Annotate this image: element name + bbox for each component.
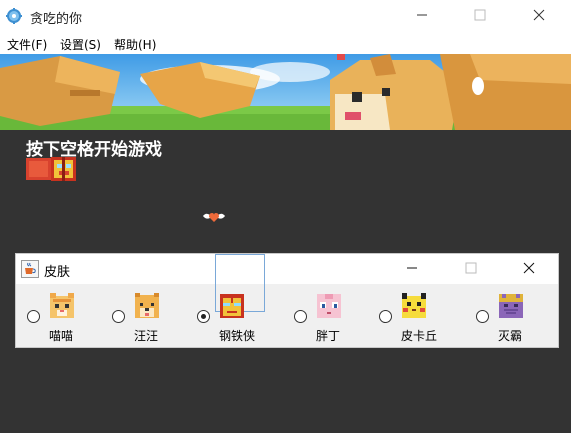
gear-icon xyxy=(6,8,22,24)
skin-label-iron-man: 钢铁侠 xyxy=(219,329,256,343)
thanos-face-icon xyxy=(498,293,524,319)
skin-radio-selected[interactable] xyxy=(197,310,210,323)
maximize-button[interactable] xyxy=(457,0,503,32)
minimize-icon xyxy=(406,262,418,277)
iron-man-face-icon xyxy=(219,293,245,319)
menu-help[interactable]: 帮助(H) xyxy=(114,36,156,53)
jigglypuff-face-icon xyxy=(316,293,342,319)
skin-dialog: 皮肤 喵喵 汪汪 钢铁侠 胖丁 皮卡丘 灭霸 xyxy=(15,253,559,348)
close-button[interactable] xyxy=(516,0,562,32)
menu-settings[interactable]: 设置(S) xyxy=(60,36,101,53)
skin-label-jigglypuff: 胖丁 xyxy=(316,329,341,343)
dialog-minimize-button[interactable] xyxy=(389,254,435,284)
skin-label-pikachu: 皮卡丘 xyxy=(401,329,438,343)
dialog-close-button[interactable] xyxy=(506,254,552,284)
skin-option-iron-man[interactable]: 钢铁侠 xyxy=(197,287,277,345)
dog-face-icon xyxy=(134,293,160,319)
skin-radio[interactable] xyxy=(27,310,40,323)
skin-option-cat[interactable]: 喵喵 xyxy=(27,287,107,345)
skin-radio[interactable] xyxy=(112,310,125,323)
skin-label-thanos: 灭霸 xyxy=(498,329,523,343)
minimize-button[interactable] xyxy=(399,0,445,32)
skin-label-dog: 汪汪 xyxy=(134,329,159,343)
dialog-maximize-button[interactable] xyxy=(448,254,494,284)
cat-face-icon xyxy=(49,293,75,319)
close-icon xyxy=(523,262,535,277)
window-titlebar: 贪吃的你 xyxy=(0,0,571,32)
menu-file[interactable]: 文件(F) xyxy=(7,36,47,53)
menu-bar: 文件(F) 设置(S) 帮助(H) xyxy=(0,32,571,54)
maximize-icon xyxy=(474,9,486,24)
snake xyxy=(26,157,76,184)
skin-radio[interactable] xyxy=(294,310,307,323)
window-title: 贪吃的你 xyxy=(30,12,83,27)
skin-option-dog[interactable]: 汪汪 xyxy=(112,287,192,345)
maximize-icon xyxy=(465,262,477,277)
skin-radio[interactable] xyxy=(476,310,489,323)
skin-dialog-titlebar: 皮肤 xyxy=(16,254,558,284)
java-cup-icon xyxy=(21,260,39,278)
skin-radio[interactable] xyxy=(379,310,392,323)
minimize-icon xyxy=(416,9,428,24)
winged-heart-icon xyxy=(202,211,226,226)
game-canvas[interactable]: 按下空格开始游戏 xyxy=(0,54,571,433)
skin-option-jigglypuff[interactable]: 胖丁 xyxy=(294,287,374,345)
skin-option-thanos[interactable]: 灭霸 xyxy=(476,287,556,345)
skin-dialog-title: 皮肤 xyxy=(44,265,71,280)
close-icon xyxy=(533,9,545,24)
banner-image xyxy=(0,54,571,130)
pikachu-face-icon xyxy=(401,293,427,319)
skin-option-pikachu[interactable]: 皮卡丘 xyxy=(379,287,469,345)
skin-label-cat: 喵喵 xyxy=(49,329,74,343)
